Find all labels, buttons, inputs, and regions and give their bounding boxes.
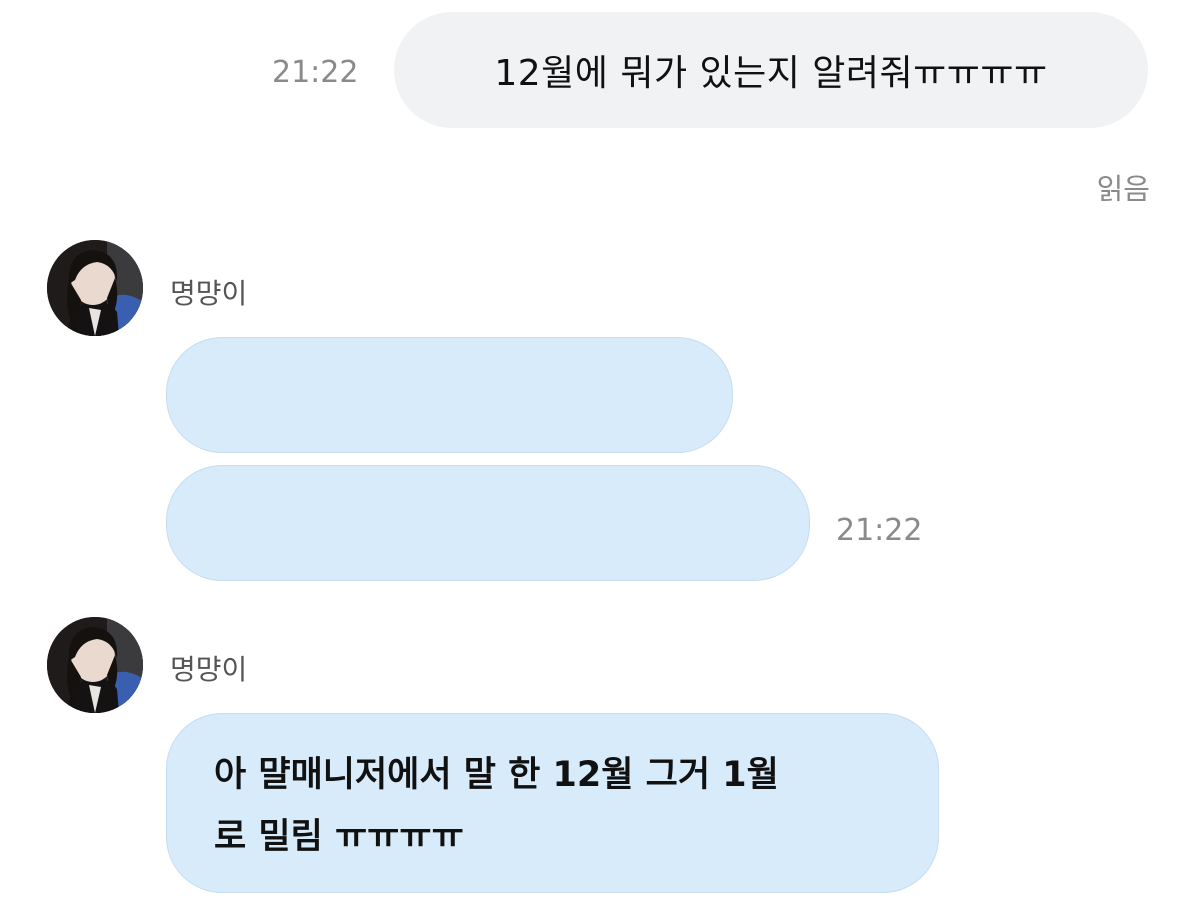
outgoing-message-bubble[interactable]: 12월에 뭐가 있는지 알려줘ㅠㅠㅠㅠ <box>394 12 1148 128</box>
chat-thread: 21:22 12월에 뭐가 있는지 알려줘ㅠㅠㅠㅠ 읽음 명먕이 21:22 명… <box>0 0 1200 904</box>
sender-name: 명먕이 <box>170 653 248 686</box>
incoming-message-text-line-2: 로 밀림 ㅠㅠㅠㅠ <box>214 817 464 857</box>
incoming-message-text-line-1: 아 먈매니저에서 말 한 12월 그거 1월 <box>214 755 779 795</box>
incoming-message-bubble[interactable] <box>166 465 810 581</box>
outgoing-timestamp: 21:22 <box>272 55 359 90</box>
sender-avatar[interactable] <box>47 240 143 336</box>
avatar-photo-icon <box>47 240 143 336</box>
sender-name: 명먕이 <box>170 277 248 310</box>
avatar-photo-icon <box>47 617 143 713</box>
incoming-message-bubble[interactable] <box>166 337 733 453</box>
incoming-timestamp: 21:22 <box>836 513 923 548</box>
sender-avatar[interactable] <box>47 617 143 713</box>
outgoing-message-text: 12월에 뭐가 있는지 알려줘ㅠㅠㅠㅠ <box>494 53 1048 94</box>
read-receipt: 읽음 <box>1096 172 1150 206</box>
